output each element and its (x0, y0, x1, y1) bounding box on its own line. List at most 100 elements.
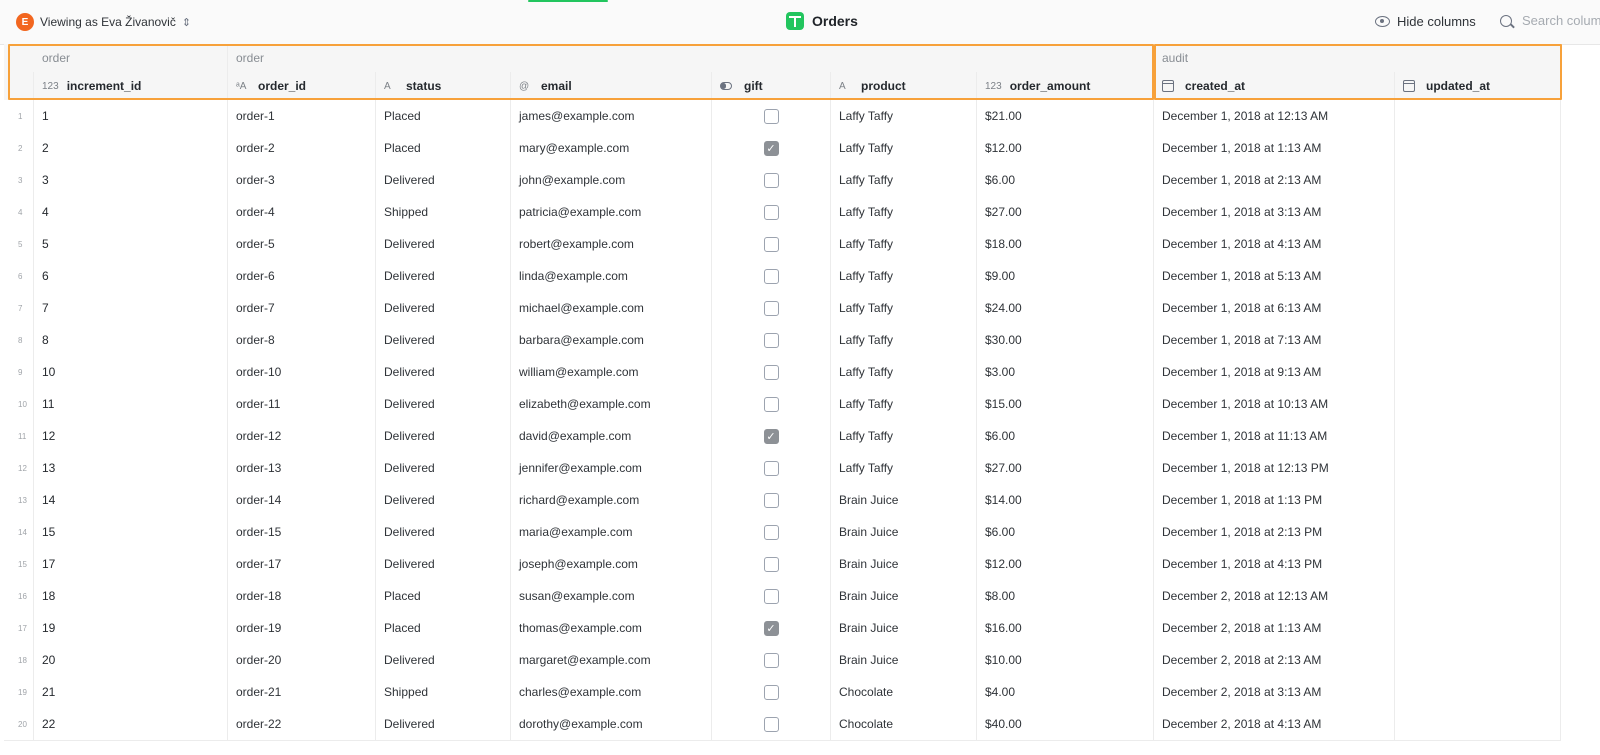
cell-updated_at[interactable] (1395, 580, 1561, 612)
cell-increment_id[interactable]: 21 (34, 676, 228, 708)
cell-updated_at[interactable] (1395, 420, 1561, 452)
column-header-status[interactable]: Astatus (376, 72, 511, 100)
cell-updated_at[interactable] (1395, 196, 1561, 228)
cell-email[interactable]: linda@example.com (511, 260, 712, 292)
cell-gift[interactable] (712, 708, 831, 740)
cell-increment_id[interactable]: 7 (34, 292, 228, 324)
cell-updated_at[interactable] (1395, 356, 1561, 388)
cell-gift[interactable]: ✓ (712, 612, 831, 644)
cell-product[interactable]: Laffy Taffy (831, 324, 977, 356)
hide-columns-button[interactable]: Hide columns (1375, 14, 1476, 29)
cell-order_amount[interactable]: $9.00 (977, 260, 1154, 292)
cell-status[interactable]: Delivered (376, 484, 511, 516)
cell-product[interactable]: Brain Juice (831, 484, 977, 516)
cell-status[interactable]: Delivered (376, 644, 511, 676)
gift-checkbox[interactable] (763, 364, 779, 380)
cell-updated_at[interactable] (1395, 324, 1561, 356)
cell-order_amount[interactable]: $16.00 (977, 612, 1154, 644)
cell-updated_at[interactable] (1395, 228, 1561, 260)
cell-order_amount[interactable]: $12.00 (977, 548, 1154, 580)
cell-order_amount[interactable]: $27.00 (977, 452, 1154, 484)
cell-order_id[interactable]: order-11 (228, 388, 376, 420)
gift-checkbox[interactable] (763, 332, 779, 348)
cell-created_at[interactable]: December 1, 2018 at 7:13 AM (1154, 324, 1395, 356)
search-columns[interactable] (1500, 12, 1600, 29)
cell-increment_id[interactable]: 5 (34, 228, 228, 260)
cell-created_at[interactable]: December 1, 2018 at 2:13 PM (1154, 516, 1395, 548)
search-columns-input[interactable] (1520, 12, 1600, 29)
cell-created_at[interactable]: December 2, 2018 at 1:13 AM (1154, 612, 1395, 644)
cell-created_at[interactable]: December 1, 2018 at 4:13 AM (1154, 228, 1395, 260)
cell-email[interactable]: john@example.com (511, 164, 712, 196)
cell-order_id[interactable]: order-14 (228, 484, 376, 516)
cell-product[interactable]: Laffy Taffy (831, 292, 977, 324)
cell-gift[interactable] (712, 324, 831, 356)
cell-email[interactable]: mary@example.com (511, 132, 712, 164)
cell-gift[interactable] (712, 452, 831, 484)
cell-increment_id[interactable]: 1 (34, 100, 228, 132)
cell-product[interactable]: Laffy Taffy (831, 228, 977, 260)
cell-product[interactable]: Brain Juice (831, 548, 977, 580)
gift-checkbox[interactable] (763, 460, 779, 476)
gift-checkbox[interactable] (763, 268, 779, 284)
cell-created_at[interactable]: December 1, 2018 at 10:13 AM (1154, 388, 1395, 420)
gift-checkbox[interactable] (763, 652, 779, 668)
cell-created_at[interactable]: December 2, 2018 at 3:13 AM (1154, 676, 1395, 708)
cell-gift[interactable] (712, 196, 831, 228)
cell-email[interactable]: dorothy@example.com (511, 708, 712, 740)
cell-created_at[interactable]: December 1, 2018 at 3:13 AM (1154, 196, 1395, 228)
cell-email[interactable]: charles@example.com (511, 676, 712, 708)
cell-order_id[interactable]: order-18 (228, 580, 376, 612)
cell-order_id[interactable]: order-2 (228, 132, 376, 164)
cell-product[interactable]: Chocolate (831, 708, 977, 740)
cell-created_at[interactable]: December 1, 2018 at 12:13 PM (1154, 452, 1395, 484)
cell-status[interactable]: Delivered (376, 164, 511, 196)
cell-increment_id[interactable]: 13 (34, 452, 228, 484)
cell-order_amount[interactable]: $14.00 (977, 484, 1154, 516)
cell-gift[interactable] (712, 260, 831, 292)
cell-status[interactable]: Delivered (376, 708, 511, 740)
cell-increment_id[interactable]: 4 (34, 196, 228, 228)
cell-status[interactable]: Delivered (376, 420, 511, 452)
cell-order_amount[interactable]: $3.00 (977, 356, 1154, 388)
column-header-order_id[interactable]: ᵃA order_id (228, 72, 376, 100)
cell-order_id[interactable]: order-5 (228, 228, 376, 260)
cell-created_at[interactable]: December 1, 2018 at 2:13 AM (1154, 164, 1395, 196)
cell-increment_id[interactable]: 15 (34, 516, 228, 548)
column-header-email[interactable]: @ email (511, 72, 712, 100)
cell-product[interactable]: Brain Juice (831, 516, 977, 548)
cell-status[interactable]: Delivered (376, 452, 511, 484)
cell-gift[interactable] (712, 292, 831, 324)
cell-email[interactable]: william@example.com (511, 356, 712, 388)
column-header-product[interactable]: Aproduct (831, 72, 977, 100)
cell-increment_id[interactable]: 8 (34, 324, 228, 356)
column-header-gift[interactable]: gift (712, 72, 831, 100)
cell-order_id[interactable]: order-22 (228, 708, 376, 740)
cell-increment_id[interactable]: 14 (34, 484, 228, 516)
cell-order_id[interactable]: order-8 (228, 324, 376, 356)
cell-email[interactable]: barbara@example.com (511, 324, 712, 356)
cell-order_amount[interactable]: $21.00 (977, 100, 1154, 132)
cell-status[interactable]: Placed (376, 100, 511, 132)
column-header-order_amount[interactable]: 123 order_amount (977, 72, 1154, 100)
cell-status[interactable]: Delivered (376, 548, 511, 580)
cell-product[interactable]: Chocolate (831, 676, 977, 708)
cell-gift[interactable] (712, 644, 831, 676)
gift-checkbox[interactable] (763, 524, 779, 540)
cell-product[interactable]: Laffy Taffy (831, 100, 977, 132)
cell-email[interactable]: richard@example.com (511, 484, 712, 516)
cell-increment_id[interactable]: 18 (34, 580, 228, 612)
cell-email[interactable]: elizabeth@example.com (511, 388, 712, 420)
cell-updated_at[interactable] (1395, 644, 1561, 676)
cell-order_id[interactable]: order-21 (228, 676, 376, 708)
cell-status[interactable]: Placed (376, 612, 511, 644)
cell-product[interactable]: Laffy Taffy (831, 388, 977, 420)
cell-product[interactable]: Brain Juice (831, 644, 977, 676)
cell-gift[interactable] (712, 100, 831, 132)
cell-created_at[interactable]: December 1, 2018 at 11:13 AM (1154, 420, 1395, 452)
cell-order_id[interactable]: order-4 (228, 196, 376, 228)
cell-updated_at[interactable] (1395, 452, 1561, 484)
cell-increment_id[interactable]: 11 (34, 388, 228, 420)
cell-created_at[interactable]: December 2, 2018 at 12:13 AM (1154, 580, 1395, 612)
cell-order_amount[interactable]: $27.00 (977, 196, 1154, 228)
